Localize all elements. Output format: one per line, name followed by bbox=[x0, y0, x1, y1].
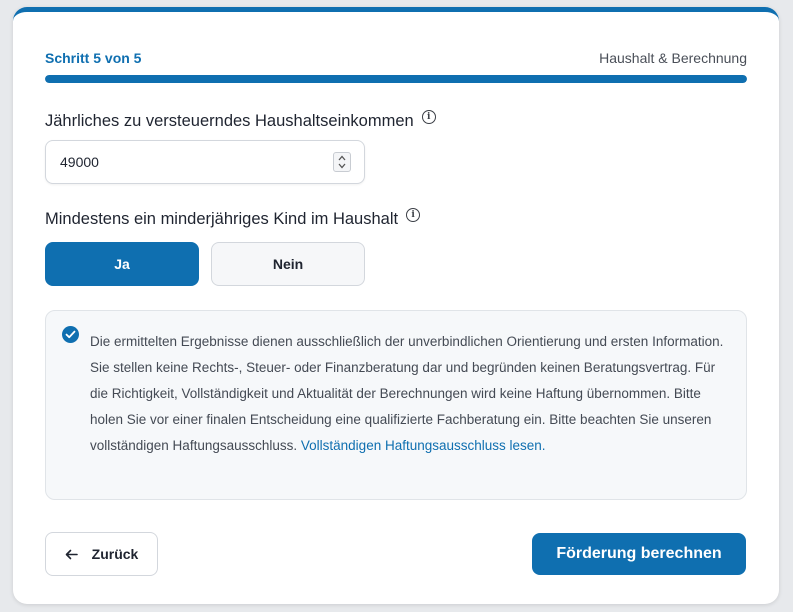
info-icon[interactable]: i bbox=[421, 109, 436, 124]
progress-bar bbox=[45, 75, 747, 83]
back-button-label: Zurück bbox=[91, 546, 139, 562]
progress-bar-fill bbox=[45, 75, 747, 83]
child-label: Mindestens ein minderjähriges Kind im Ha… bbox=[45, 207, 421, 229]
step-title: Haushalt & Berechnung bbox=[599, 50, 747, 66]
checkmark-icon[interactable] bbox=[62, 326, 79, 343]
arrow-left-icon bbox=[65, 549, 78, 560]
step-header: Schritt 5 von 5 Haushalt & Berechnung bbox=[45, 50, 747, 66]
back-button[interactable]: Zurück bbox=[45, 532, 158, 576]
disclaimer-panel: Die ermittelten Ergebnisse dienen aussch… bbox=[45, 310, 747, 500]
option-yes-button[interactable]: Ja bbox=[45, 242, 199, 286]
income-label-text: Jährliches zu versteuerndes Haushaltsein… bbox=[45, 112, 414, 130]
form-card: Schritt 5 von 5 Haushalt & Berechnung Jä… bbox=[13, 7, 779, 604]
calculate-button[interactable]: Förderung berechnen bbox=[532, 533, 746, 575]
disclaimer-body: Die ermittelten Ergebnisse dienen aussch… bbox=[90, 334, 724, 453]
option-no-button[interactable]: Nein bbox=[211, 242, 365, 286]
step-counter: Schritt 5 von 5 bbox=[45, 50, 142, 66]
income-label: Jährliches zu versteuerndes Haushaltsein… bbox=[45, 109, 436, 131]
child-label-text: Mindestens ein minderjähriges Kind im Ha… bbox=[45, 210, 399, 228]
stepper-up-icon[interactable] bbox=[338, 155, 346, 161]
stepper-down-icon[interactable] bbox=[338, 163, 346, 169]
info-icon[interactable]: i bbox=[406, 207, 421, 222]
income-input[interactable] bbox=[45, 140, 365, 184]
number-stepper-icon[interactable] bbox=[333, 152, 351, 172]
disclaimer-link[interactable]: Vollständigen Haftungsausschluss lesen. bbox=[301, 438, 546, 453]
disclaimer-text: Die ermittelten Ergebnisse dienen aussch… bbox=[90, 329, 726, 459]
